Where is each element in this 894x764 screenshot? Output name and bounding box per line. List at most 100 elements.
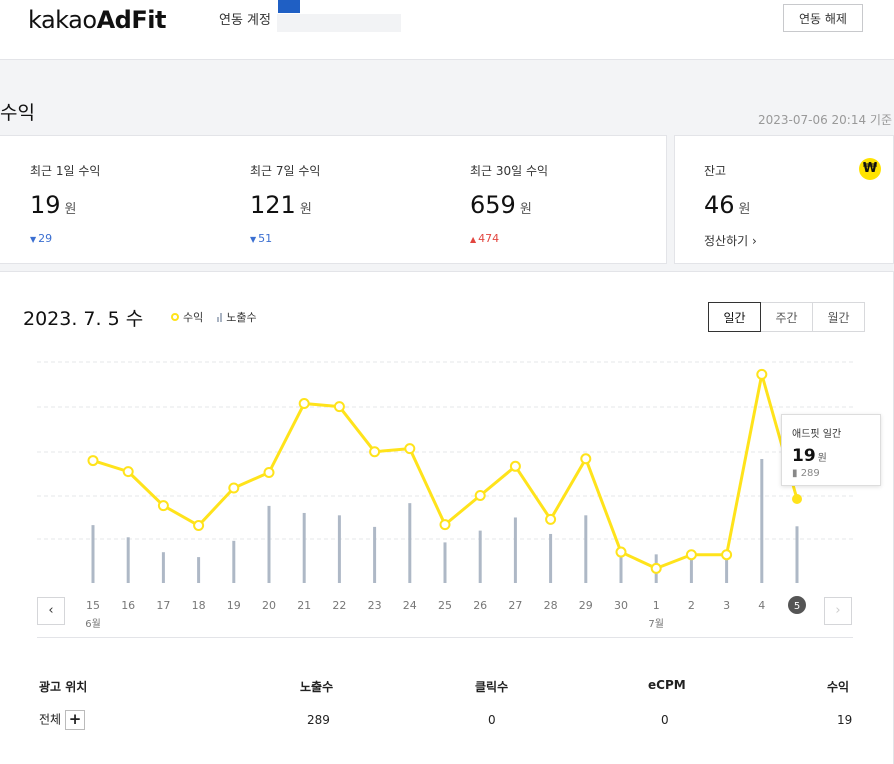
impression-bar [373,526,377,583]
x-tick-label: 1 [653,599,660,612]
stat-7day: 최근 7일 수익 121 원 ▼ 51 [250,162,320,245]
x-tick-label: 22 [332,599,346,612]
stat-label: 최근 30일 수익 [470,164,549,178]
revenue-point [650,562,662,574]
x-tick-label: 26 [473,599,487,612]
impression-bar [161,552,165,583]
impression-bar [302,512,306,583]
x-tick-label: 17 [156,599,170,612]
arrow-down-icon: ▼ [250,235,257,244]
x-tick-label: 24 [403,599,417,612]
revenue-point [157,500,169,512]
stat-label: 최근 1일 수익 [30,164,101,178]
balance-unit: 원 [738,202,751,217]
stat-delta: 51 [258,232,273,245]
revenue-point [474,489,486,501]
page-title: 수익 [0,102,35,124]
balance-label: 잔고 [704,164,727,178]
impression-bar [126,537,130,583]
stat-1day: 최근 1일 수익 19 원 ▼ 29 [30,162,100,245]
revenue-point-selected [792,494,802,505]
col-header-revenue: 수익 [827,680,850,694]
kakao-adfit-logo[interactable]: kakaoAdFit [28,6,166,34]
x-tick-label: 4 [758,599,765,612]
month-label: 6월 [85,618,101,630]
tooltip-unit: 원 [817,453,827,464]
impression-bar [584,515,588,583]
expand-plus-icon[interactable]: + [65,710,86,730]
stat-delta: 29 [38,232,53,245]
x-tick-label: 5 [794,601,800,612]
revenue-point [87,455,99,467]
x-tick-label: 23 [368,599,382,612]
stat-unit: 원 [519,202,532,217]
arrow-up-icon: ▲ [470,235,477,244]
col-header-impressions: 노출수 [300,680,334,694]
cell-revenue: 19 [837,713,853,727]
stat-value: 659 [470,191,516,219]
impression-bar [760,459,764,583]
stat-30day: 최근 30일 수익 659 원 ▲ 474 [470,162,548,245]
balance-card: 잔고 46 원 정산하기 › ₩ [674,135,894,264]
cell-ecpm: 0 [661,713,669,727]
x-tick-label: 19 [227,599,241,612]
chart-tooltip: 애드핏 일간 19 원 ▮ 289 [781,414,881,486]
x-tick-label: 28 [544,599,558,612]
revenue-point [721,549,733,561]
revenue-point [193,520,205,532]
impression-bar [197,557,201,583]
balance-value: 46 [704,191,735,219]
revenue-point [580,453,592,465]
stat-unit: 원 [299,202,312,217]
revenue-point [369,446,381,458]
x-tick-label: 20 [262,599,276,612]
table-row: 전체 + [39,710,86,730]
revenue-point [756,368,768,380]
chevron-right-icon: › [752,234,757,248]
x-tick-label: 21 [297,599,311,612]
x-tick-label: 3 [723,599,730,612]
revenue-point [122,466,134,478]
table-divider [37,637,853,638]
revenue-point [333,401,345,413]
tooltip-title: 애드핏 일간 [792,429,842,440]
x-tick-label: 30 [614,599,628,612]
unlink-button[interactable]: 연동 해제 [783,4,863,32]
cell-impressions: 289 [307,713,330,727]
chevron-right-icon[interactable]: › [824,597,852,625]
top-bar: kakaoAdFit 연동 계정 연동 해제 [0,0,894,60]
impression-bar [337,515,341,583]
stat-unit: 원 [64,202,77,217]
impression-bar [91,525,95,583]
x-tick-label: 15 [86,599,100,612]
stat-delta: 474 [478,232,500,245]
revenue-point [228,482,240,494]
chart-card: 2023. 7. 5 수 수익 노출수 일간 주간 월간 15 16 17 18 19 2… [0,271,894,764]
revenue-point [263,467,275,478]
revenue-point [404,443,416,455]
tooltip-value: 19 [792,446,816,466]
revenue-point [439,519,451,531]
x-tick-label: 16 [121,599,135,612]
stat-value: 19 [30,191,61,219]
timestamp: 2023-07-06 20:14 기준 [757,113,892,127]
col-header-ecpm: eCPM [648,678,686,692]
col-header-placement: 광고 위치 [39,680,88,694]
balance-stat: 잔고 46 원 정산하기 › [704,162,757,249]
impression-bar [232,540,236,583]
cell-clicks: 0 [488,713,496,727]
x-tick-label: 2 [688,599,695,612]
chevron-left-icon[interactable]: ‹ [37,597,65,625]
account-color-mark [278,0,300,13]
account-value [277,14,401,32]
settle-link[interactable]: 정산하기 › [704,232,757,249]
stat-label: 최근 7일 수익 [250,164,321,178]
revenue-point [509,460,521,472]
period-daily-button[interactable]: 일간 [708,302,761,332]
col-header-clicks: 클릭수 [475,680,509,694]
impression-bar [478,530,482,583]
month-label: 7월 [648,618,664,630]
impression-bar [267,505,271,583]
x-tick-label: 27 [508,599,522,612]
impression-bar [408,503,412,583]
